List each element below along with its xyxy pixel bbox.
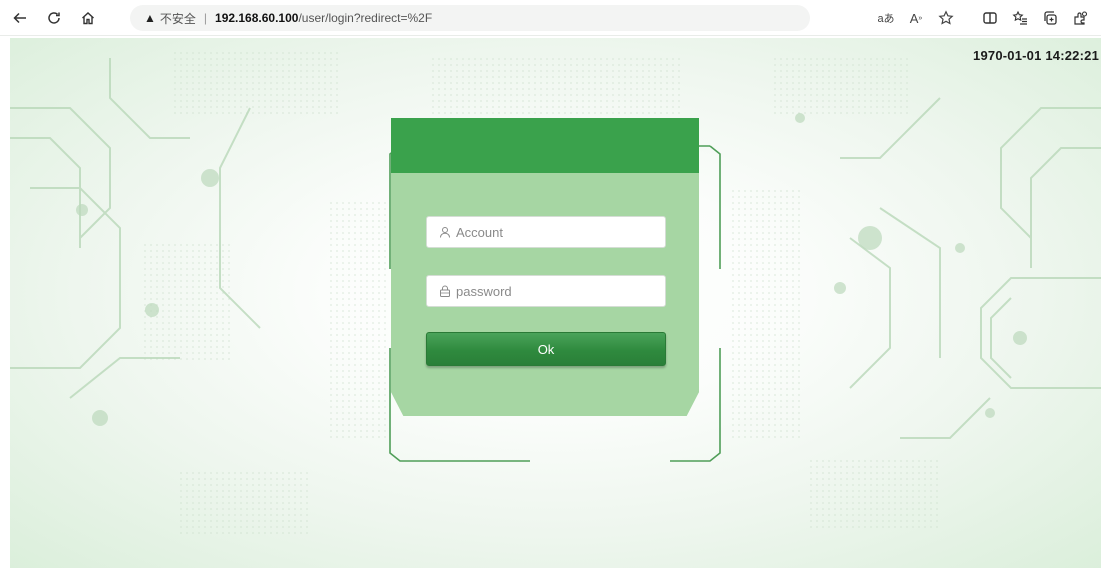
url-separator: | xyxy=(203,11,208,25)
login-panel xyxy=(391,118,699,416)
system-clock: 1970-01-01 14:22:21 xyxy=(973,48,1099,63)
browser-toolbar: ▲ 不安全 | 192.168.60.100/user/login?redire… xyxy=(0,0,1101,36)
refresh-icon[interactable] xyxy=(40,4,68,32)
toolbar-actions: aあ A» xyxy=(871,4,1095,32)
split-screen-icon[interactable] xyxy=(975,4,1005,32)
account-input[interactable]: Account xyxy=(426,216,666,248)
ok-button-label: Ok xyxy=(537,341,555,357)
back-arrow-icon[interactable] xyxy=(6,4,34,32)
url-host[interactable]: 192.168.60.100 xyxy=(215,11,298,25)
login-panel-header xyxy=(391,118,699,173)
read-aloud-button[interactable]: aあ xyxy=(871,4,901,32)
extensions-icon[interactable] xyxy=(1065,4,1095,32)
url-path[interactable]: /user/login?redirect=%2F xyxy=(298,11,432,25)
password-placeholder: password xyxy=(456,283,512,299)
warning-triangle-icon[interactable]: ▲ xyxy=(144,11,156,25)
account-placeholder: Account xyxy=(456,224,503,240)
star-icon[interactable] xyxy=(931,4,961,32)
read-aloud-label: aあ xyxy=(877,13,895,25)
password-input[interactable]: password xyxy=(426,275,666,307)
favorites-list-icon[interactable] xyxy=(1005,4,1035,32)
user-icon xyxy=(439,226,451,238)
address-bar[interactable]: ▲ 不安全 | 192.168.60.100/user/login?redire… xyxy=(130,5,810,31)
home-icon[interactable] xyxy=(74,4,102,32)
ok-button[interactable]: Ok xyxy=(426,332,666,366)
text-size-button[interactable]: A» xyxy=(901,4,931,32)
collections-icon[interactable] xyxy=(1035,4,1065,32)
insecure-label[interactable]: 不安全 xyxy=(160,10,196,27)
lock-icon xyxy=(439,285,451,297)
text-size-label: A xyxy=(909,10,919,26)
